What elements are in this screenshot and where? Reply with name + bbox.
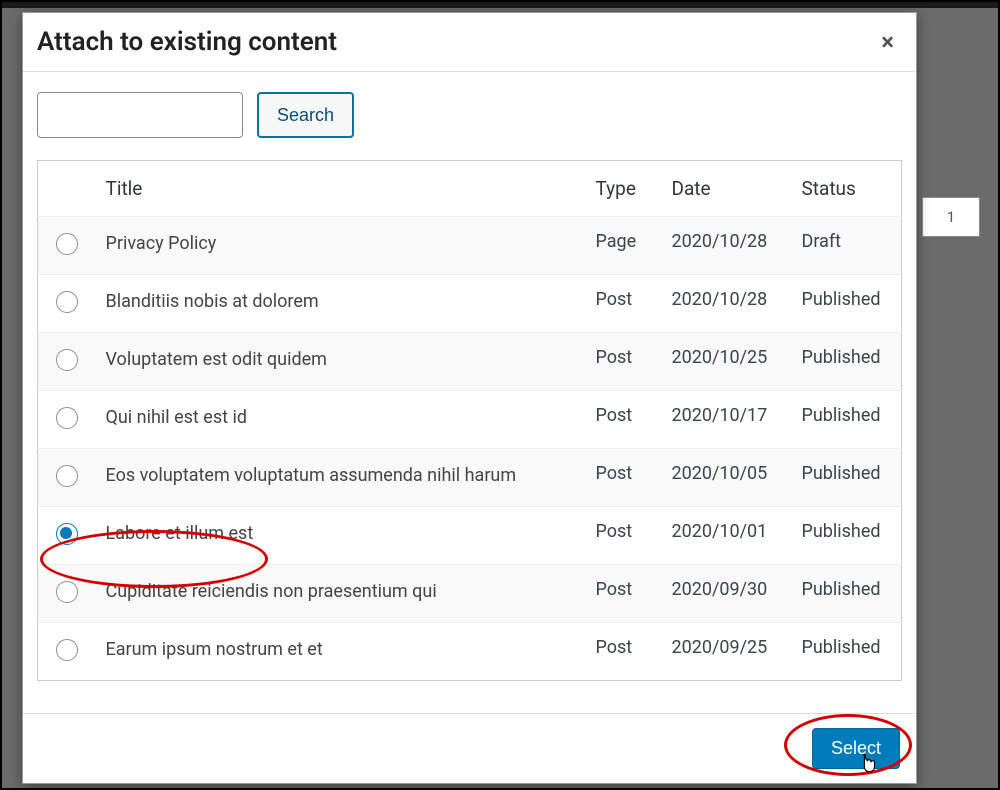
row-radio[interactable]	[56, 407, 78, 429]
row-title: Labore et illum est	[96, 507, 586, 565]
col-type: Type	[586, 161, 662, 217]
row-type: Post	[586, 507, 662, 565]
row-radio[interactable]	[56, 233, 78, 255]
col-radio	[38, 161, 96, 217]
row-radio[interactable]	[56, 291, 78, 313]
page-number-box[interactable]: 1	[922, 197, 980, 237]
row-status: Draft	[792, 217, 902, 275]
row-status: Published	[792, 333, 902, 391]
search-button[interactable]: Search	[257, 92, 354, 138]
table-row[interactable]: Privacy PolicyPage2020/10/28Draft	[38, 217, 902, 275]
row-status: Published	[792, 391, 902, 449]
row-type: Page	[586, 217, 662, 275]
modal-title: Attach to existing content	[37, 27, 337, 57]
row-date: 2020/10/01	[662, 507, 792, 565]
row-date: 2020/10/25	[662, 333, 792, 391]
content-table: Title Type Date Status Privacy PolicyPag…	[37, 160, 902, 681]
table-row[interactable]: Voluptatem est odit quidemPost2020/10/25…	[38, 333, 902, 391]
modal-body[interactable]: Search Title Type Date Status Privacy Po…	[23, 72, 916, 713]
row-type: Post	[586, 333, 662, 391]
row-date: 2020/09/30	[662, 565, 792, 623]
close-icon[interactable]: ×	[877, 28, 898, 56]
row-date: 2020/10/28	[662, 275, 792, 333]
modal-header: Attach to existing content ×	[23, 13, 916, 72]
row-title: Privacy Policy	[96, 217, 586, 275]
row-date: 2020/10/05	[662, 449, 792, 507]
row-date: 2020/10/28	[662, 217, 792, 275]
col-date: Date	[662, 161, 792, 217]
table-row[interactable]: Cupiditate reiciendis non praesentium qu…	[38, 565, 902, 623]
row-status: Published	[792, 507, 902, 565]
row-status: Published	[792, 449, 902, 507]
row-type: Post	[586, 565, 662, 623]
row-radio[interactable]	[56, 581, 78, 603]
table-row[interactable]: Blanditiis nobis at doloremPost2020/10/2…	[38, 275, 902, 333]
row-radio[interactable]	[56, 523, 78, 545]
modal-footer: Select	[23, 713, 916, 783]
search-input[interactable]	[37, 92, 243, 138]
table-row[interactable]: Labore et illum estPost2020/10/01Publish…	[38, 507, 902, 565]
row-title: Earum ipsum nostrum et et	[96, 623, 586, 681]
row-date: 2020/09/25	[662, 623, 792, 681]
row-type: Post	[586, 391, 662, 449]
row-status: Published	[792, 275, 902, 333]
col-title: Title	[96, 161, 586, 217]
row-title: Cupiditate reiciendis non praesentium qu…	[96, 565, 586, 623]
attach-content-modal: Attach to existing content × Search Titl…	[22, 12, 917, 784]
select-button[interactable]: Select	[812, 728, 900, 769]
col-status: Status	[792, 161, 902, 217]
row-type: Post	[586, 623, 662, 681]
row-type: Post	[586, 275, 662, 333]
row-title: Qui nihil est est id	[96, 391, 586, 449]
table-row[interactable]: Eos voluptatem voluptatum assumenda nihi…	[38, 449, 902, 507]
table-row[interactable]: Qui nihil est est idPost2020/10/17Publis…	[38, 391, 902, 449]
row-radio[interactable]	[56, 349, 78, 371]
row-title: Eos voluptatem voluptatum assumenda nihi…	[96, 449, 586, 507]
table-header-row: Title Type Date Status	[38, 161, 902, 217]
row-radio[interactable]	[56, 639, 78, 661]
table-row[interactable]: Earum ipsum nostrum et etPost2020/09/25P…	[38, 623, 902, 681]
row-title: Voluptatem est odit quidem	[96, 333, 586, 391]
search-row: Search	[37, 92, 902, 138]
row-title: Blanditiis nobis at dolorem	[96, 275, 586, 333]
row-date: 2020/10/17	[662, 391, 792, 449]
row-status: Published	[792, 565, 902, 623]
row-radio[interactable]	[56, 465, 78, 487]
row-status: Published	[792, 623, 902, 681]
row-type: Post	[586, 449, 662, 507]
